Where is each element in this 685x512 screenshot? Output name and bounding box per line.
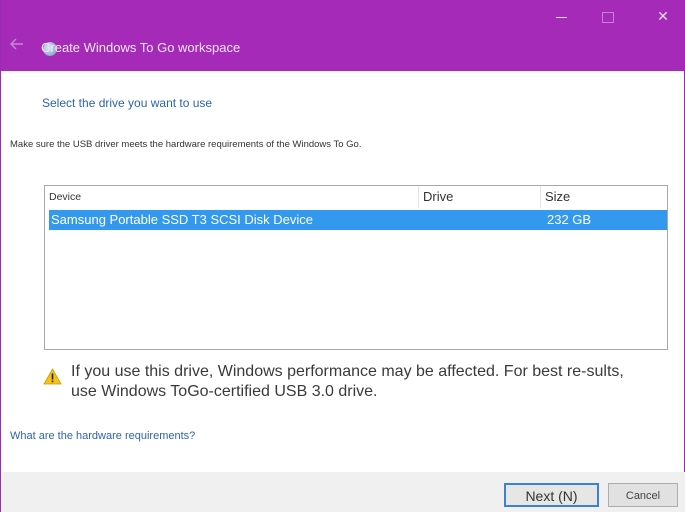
next-button[interactable]: Next (N) <box>504 483 599 507</box>
drive-device-name: Samsung Portable SSD T3 SCSI Disk Device <box>51 212 314 227</box>
drive-row-selected[interactable]: Samsung Portable SSD T3 SCSI Disk Device… <box>49 210 667 230</box>
close-icon: ✕ <box>657 8 669 24</box>
requirements-note: Make sure the USB driver meets the hardw… <box>10 139 362 150</box>
close-button[interactable]: ✕ <box>640 2 685 30</box>
maximize-icon <box>602 11 614 23</box>
title-bar: ✕ Create Windows To Go workspace <box>1 0 685 71</box>
page-heading: Select the drive you want to use <box>42 96 213 110</box>
performance-warning: If you use this drive, Windows performan… <box>71 363 624 400</box>
drive-list[interactable]: Device Drive Size Samsung Portable SSD T… <box>44 185 668 350</box>
column-header-device[interactable]: Device <box>45 186 418 208</box>
back-arrow-icon <box>10 38 23 50</box>
maximize-button[interactable] <box>585 2 631 30</box>
column-header-size[interactable]: Size <box>540 186 667 208</box>
cancel-button[interactable]: Cancel <box>608 483 678 507</box>
window-title: Create Windows To Go workspace <box>41 40 241 55</box>
minimize-button[interactable] <box>538 2 584 30</box>
minimize-icon <box>555 16 567 18</box>
dialog-window: ✕ Create Windows To Go workspace Select … <box>0 0 685 512</box>
list-header: Device Drive Size <box>45 186 667 208</box>
hardware-requirements-link[interactable]: What are the hardware requirements? <box>10 430 195 442</box>
back-button[interactable] <box>8 36 26 58</box>
drive-size: 232 GB <box>547 212 592 227</box>
warning-icon <box>43 368 62 385</box>
column-header-drive[interactable]: Drive <box>418 186 540 208</box>
